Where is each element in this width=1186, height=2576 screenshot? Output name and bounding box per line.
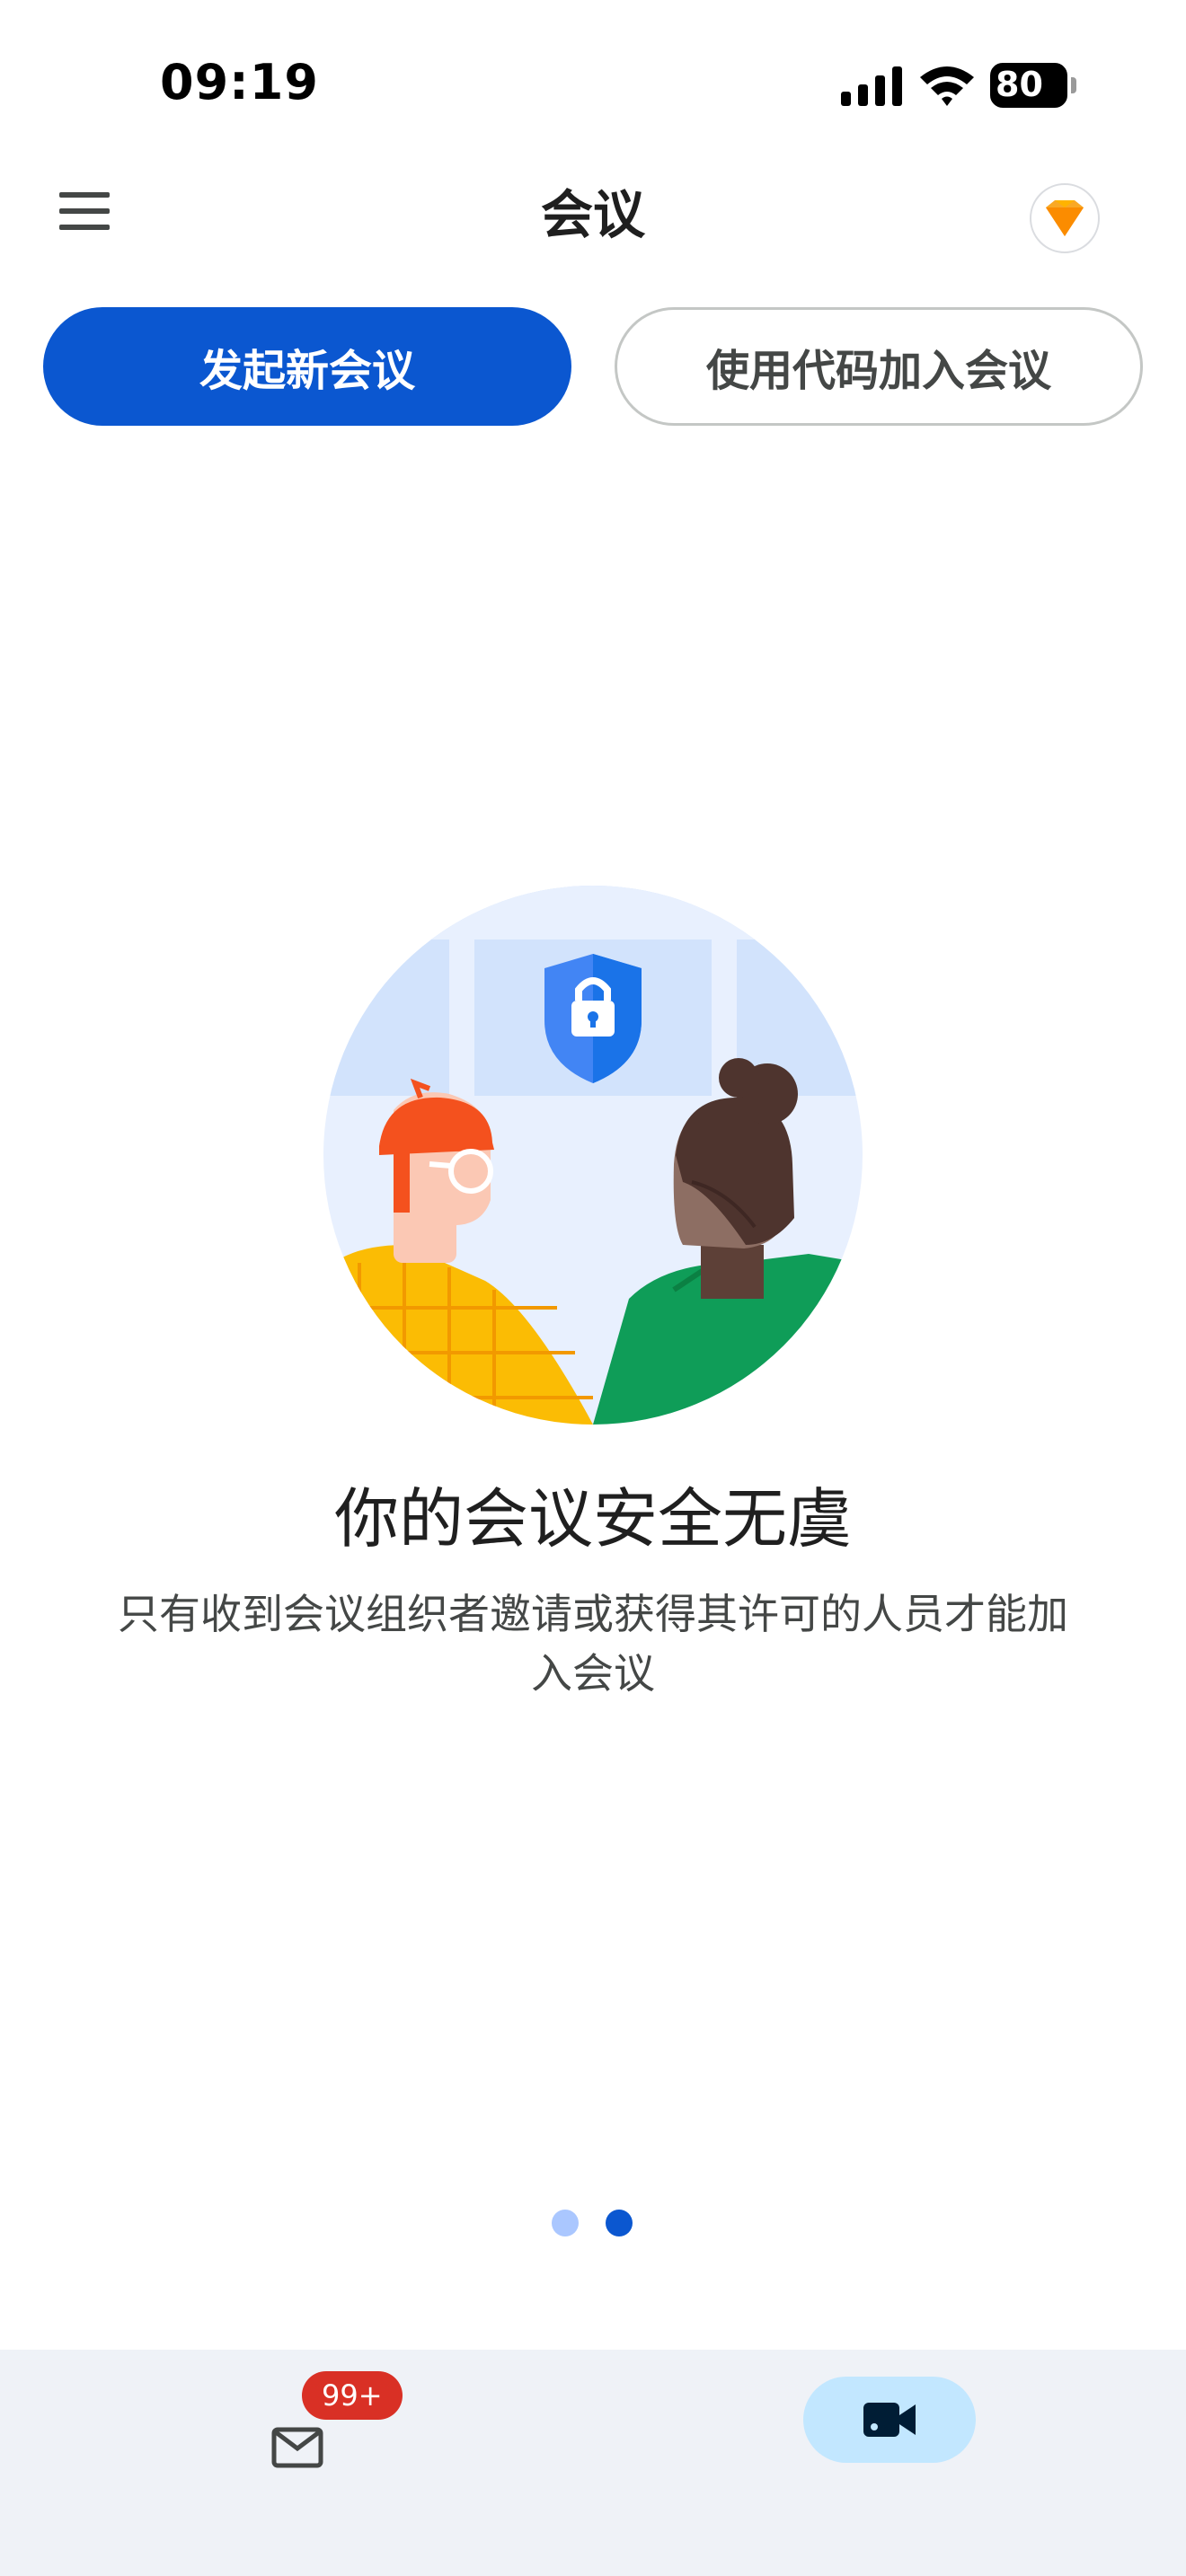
status-time: 09:19 (160, 54, 319, 110)
join-with-code-button[interactable]: 使用代码加入会议 (615, 307, 1143, 426)
gem-icon (1046, 200, 1084, 236)
battery-level: 80 (996, 65, 1043, 104)
new-meeting-button[interactable]: 发起新会议 (43, 307, 571, 426)
onboarding-body: 只有收到会议组织者邀请或获得其许可的人员才能加入会议 (118, 1590, 1068, 1698)
page-dot-2-active[interactable] (606, 2210, 633, 2236)
status-bar: 09:19 80 (0, 0, 1186, 162)
secure-meeting-illustration (323, 886, 863, 1425)
video-camera-icon (863, 2403, 916, 2437)
onboarding-headline: 你的会议安全无虞 (333, 1481, 852, 1557)
page-dot-1[interactable] (552, 2210, 579, 2236)
wifi-icon (920, 66, 974, 106)
account-avatar-icon[interactable] (1030, 183, 1100, 253)
page-title: 会议 (540, 184, 645, 245)
signal-icon (841, 66, 902, 106)
meet-home-screen: 09:19 80 会议 发起新会议 使用代码加入会议 你的会议安全无虞 只有收到… (0, 0, 1186, 2576)
battery-charging-icon: 80 (990, 63, 1076, 108)
page-indicator (552, 2210, 634, 2236)
meet-tab-active[interactable] (803, 2377, 976, 2463)
mail-icon (271, 2427, 323, 2468)
mail-unread-badge: 99+ (302, 2371, 403, 2420)
bottom-navigation (0, 2350, 1186, 2576)
